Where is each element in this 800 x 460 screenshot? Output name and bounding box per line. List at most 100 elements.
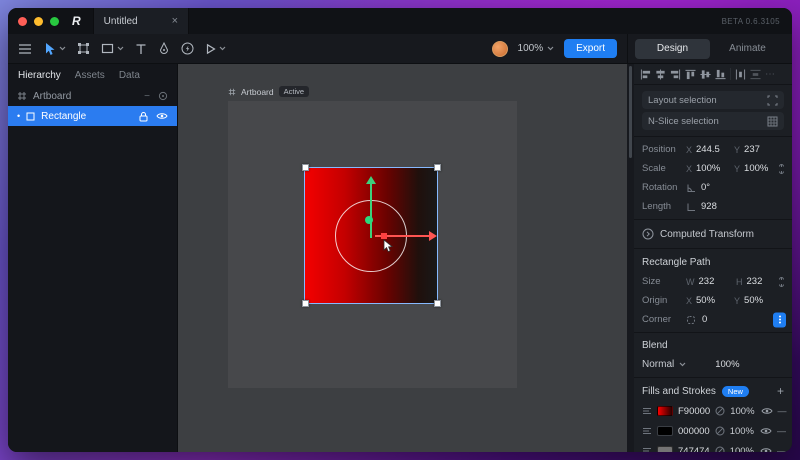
drag-handle-icon[interactable] (642, 447, 652, 452)
rotation-input[interactable]: 0° (701, 182, 739, 193)
text-tool-button[interactable] (135, 43, 147, 55)
position-x-input[interactable]: 244.5 (696, 144, 734, 155)
origin-y-input[interactable]: 50% (744, 295, 782, 306)
distribute-h-icon[interactable] (735, 68, 746, 80)
nslice-selection-button[interactable]: N-Slice selection (642, 112, 784, 130)
pen-tool-button[interactable] (158, 42, 170, 55)
fill-menu-icon[interactable]: — (777, 426, 786, 436)
nslice-selection-label: N-Slice selection (648, 115, 719, 127)
rectangle-path-header: Rectangle Path (634, 252, 792, 272)
color-swatch[interactable] (657, 406, 673, 416)
add-fill-button[interactable]: + (777, 384, 784, 398)
length-label: Length (642, 201, 672, 212)
corner-handle-bl[interactable] (302, 300, 309, 307)
fill-opacity-input[interactable]: 100% (730, 406, 754, 417)
artboard-header[interactable]: Artboard Active (228, 86, 310, 97)
tab-design[interactable]: Design (635, 38, 710, 59)
canvas[interactable]: Artboard Active (178, 64, 627, 452)
fill-hex-value[interactable]: F90000 (678, 406, 710, 417)
corner-options-toggle[interactable] (773, 312, 786, 327)
y-axis-label: Y (734, 144, 741, 155)
link-scale-icon[interactable] (777, 163, 786, 175)
fill-row[interactable]: 747474 100% — (634, 441, 792, 452)
inspector-scrollbar[interactable] (627, 64, 634, 452)
corner-handle-tr[interactable] (434, 164, 441, 171)
avatar[interactable] (491, 40, 508, 57)
x-axis-label: X (686, 144, 693, 155)
position-y-input[interactable]: 237 (744, 144, 782, 155)
fill-row[interactable]: F90000 100% — (634, 401, 792, 421)
corner-handle-br[interactable] (434, 300, 441, 307)
gizmo-y-axis[interactable] (370, 184, 372, 238)
align-left-icon[interactable] (640, 68, 651, 80)
origin-handle[interactable] (365, 216, 373, 224)
select-tool-button[interactable] (43, 42, 66, 56)
align-center-h-icon[interactable] (655, 68, 666, 80)
corner-link-icon[interactable] (686, 315, 696, 325)
fill-menu-icon[interactable]: — (778, 406, 787, 416)
eye-icon[interactable] (760, 427, 772, 435)
align-bottom-icon[interactable] (715, 69, 726, 80)
length-input[interactable]: 928 (701, 201, 739, 212)
style-link-icon[interactable] (715, 446, 725, 452)
corner-input[interactable]: 0 (702, 314, 740, 325)
scrollbar-thumb[interactable] (629, 66, 632, 158)
state-machine-icon[interactable] (181, 42, 194, 55)
y-axis-label: Y (734, 295, 741, 306)
close-window-button[interactable] (18, 16, 27, 26)
distribute-v-icon[interactable] (750, 69, 761, 80)
shape-tool-button[interactable] (101, 42, 124, 55)
tab-animate[interactable]: Animate (710, 39, 785, 59)
link-size-icon[interactable] (777, 276, 786, 288)
mode-toggle: Design Animate (627, 33, 792, 64)
chevron-down-icon (547, 46, 554, 51)
align-middle-v-icon[interactable] (700, 69, 711, 80)
color-swatch[interactable] (657, 446, 673, 452)
blend-mode-dropdown[interactable]: Normal (642, 359, 674, 370)
export-button[interactable]: Export (564, 39, 617, 58)
style-link-icon[interactable] (715, 406, 725, 416)
fill-opacity-input[interactable]: 100% (730, 446, 754, 453)
target-icon[interactable] (158, 91, 168, 101)
corner-handle-tl[interactable] (302, 164, 309, 171)
transform-tool-button[interactable] (77, 42, 90, 55)
file-tab[interactable]: Untitled × (92, 8, 190, 34)
drag-handle-icon[interactable] (642, 427, 652, 435)
tree-item-artboard[interactable]: Artboard − (8, 86, 177, 106)
fills-section: Fills and Strokes New + F90000 100% — 00… (634, 378, 792, 452)
fill-hex-value[interactable]: 747474 (678, 446, 710, 453)
eye-icon[interactable] (760, 407, 773, 415)
remove-icon[interactable]: − (144, 91, 150, 102)
style-link-icon[interactable] (715, 426, 725, 436)
fill-opacity-input[interactable]: 100% (730, 426, 754, 437)
tab-hierarchy[interactable]: Hierarchy (18, 70, 61, 81)
play-tool-button[interactable] (205, 43, 226, 55)
fill-hex-value[interactable]: 000000 (678, 426, 710, 437)
blend-opacity-input[interactable]: 100% (715, 359, 739, 370)
drag-handle-icon[interactable] (642, 407, 652, 415)
tab-data[interactable]: Data (119, 70, 140, 81)
lock-icon[interactable] (139, 111, 148, 122)
origin-x-input[interactable]: 50% (696, 295, 734, 306)
align-overflow-icon[interactable]: ⋯ (765, 69, 775, 80)
align-right-icon[interactable] (670, 68, 681, 80)
minimize-window-button[interactable] (34, 16, 43, 26)
scale-x-input[interactable]: 100% (696, 163, 734, 174)
color-swatch[interactable] (657, 426, 673, 436)
layout-selection-button[interactable]: Layout selection (642, 91, 784, 109)
fill-row[interactable]: 000000 100% — (634, 421, 792, 441)
menu-icon[interactable] (18, 43, 32, 55)
align-top-icon[interactable] (685, 69, 696, 80)
computed-transform-row[interactable]: Computed Transform (634, 223, 792, 245)
fill-menu-icon[interactable]: — (777, 446, 786, 452)
tree-item-rectangle[interactable]: • Rectangle (8, 106, 177, 126)
size-w-input[interactable]: 232 (699, 276, 737, 287)
eye-icon[interactable] (156, 112, 168, 120)
zoom-window-button[interactable] (50, 16, 59, 26)
sidebar-tabs: Hierarchy Assets Data (8, 64, 177, 86)
eye-icon[interactable] (760, 447, 772, 452)
tab-assets[interactable]: Assets (75, 70, 105, 81)
angle-icon (686, 183, 696, 193)
zoom-dropdown[interactable]: 100% (518, 43, 555, 54)
close-tab-icon[interactable]: × (172, 15, 178, 27)
